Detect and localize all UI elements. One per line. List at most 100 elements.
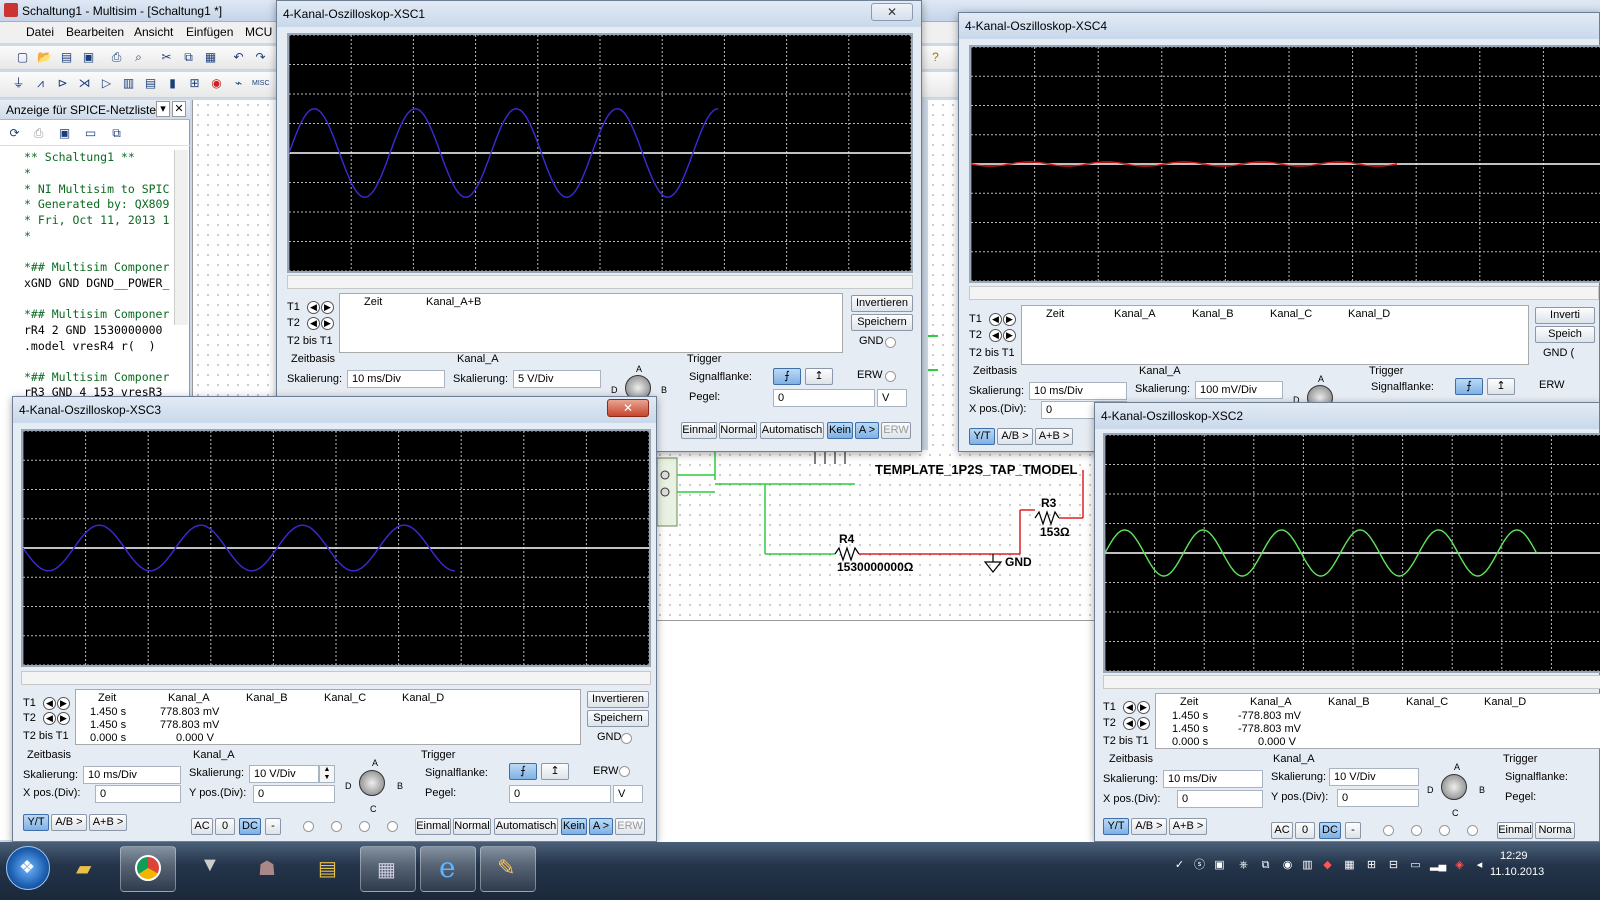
xsc4-ab-button[interactable]: A/B > [997,428,1033,445]
mode-auto-button[interactable]: Automatisch [494,818,558,835]
falling-edge-icon[interactable]: ↥ [1487,378,1515,395]
xsc2-xpos-input[interactable]: 0 [1177,790,1263,808]
xsc3-save-button[interactable]: Speichern [587,710,649,727]
mode-einmal-button[interactable]: Einmal [415,818,451,835]
mode-erw-button[interactable]: ERW [881,422,911,439]
channel-b-radio[interactable] [331,821,342,832]
cmos-icon[interactable]: ▤ [142,75,159,92]
xsc4-yt-button[interactable]: Y/T [969,428,995,445]
tray-icon[interactable]: ⓢ [1192,858,1207,873]
channel-c-radio[interactable] [1439,825,1450,836]
mode-kein-button[interactable]: Kein [561,818,587,835]
menu-einfuegen[interactable]: Einfügen [186,25,233,39]
clock-date[interactable]: 11.10.2013 [1490,866,1544,878]
tray-icon[interactable]: ▥ [1300,858,1315,873]
taskbar-files[interactable]: ▤ [300,846,356,892]
copy-netlist-icon[interactable]: ⧉ [108,125,125,142]
tray-icon[interactable]: ⊞ [1364,858,1379,873]
taskbar-explorer[interactable]: ▰ [60,846,116,892]
save-netlist-icon[interactable]: ▣ [56,125,73,142]
menu-datei[interactable]: Datei [26,25,54,39]
xsc2-scrollbar[interactable] [1103,675,1600,689]
t2-right-arrow-icon[interactable]: ▶ [1137,717,1150,730]
t2-left-arrow-icon[interactable]: ◀ [1123,717,1136,730]
print-netlist-icon[interactable]: ⎙ [30,125,47,142]
xsc3-apb-button[interactable]: A+B > [89,814,127,831]
t2-right-arrow-icon[interactable]: ▶ [1003,329,1016,342]
misc-digital-icon[interactable]: ▮ [164,75,181,92]
coupling-ac-button[interactable]: AC [1271,822,1293,839]
channel-a-radio[interactable] [303,821,314,832]
t1-right-arrow-icon[interactable]: ▶ [57,697,70,710]
print-preview-icon[interactable]: ⌕ [130,49,147,66]
t2-right-arrow-icon[interactable]: ▶ [321,317,334,330]
xsc1-invert-button[interactable]: Invertieren [851,295,913,312]
channel-a-radio[interactable] [1383,825,1394,836]
network-icon[interactable]: ▂▄ [1430,858,1446,873]
coupling-dc-button[interactable]: DC [239,818,261,835]
xsc4-scrollbar[interactable] [969,286,1599,300]
taskbar-gimp[interactable]: ☗ [240,846,296,892]
rising-edge-icon[interactable]: ⨍ [1455,378,1483,395]
gnd-radio[interactable] [885,337,896,348]
xsc2-apb-button[interactable]: A+B > [1169,818,1207,835]
t2-left-arrow-icon[interactable]: ◀ [43,712,56,725]
coupling-zero-button[interactable]: 0 [1295,822,1315,839]
gnd-radio[interactable] [621,733,632,744]
mode-auto-button[interactable]: Automatisch [760,422,824,439]
erw-radio[interactable] [885,371,896,382]
netlist-scrollbar[interactable] [174,150,188,325]
new-file-icon[interactable]: ▢ [14,49,31,66]
help-icon[interactable]: ? [927,49,944,66]
xsc3-invert-button[interactable]: Invertieren [587,691,649,708]
select-all-icon[interactable]: ▭ [82,125,99,142]
schematic-canvas-left[interactable] [192,100,280,400]
xsc4-screen[interactable] [969,45,1600,283]
mode-normal-button[interactable]: Normal [719,422,757,439]
coupling-zero-button[interactable]: 0 [215,818,235,835]
print-icon[interactable]: ⎙ [108,49,125,66]
diode-icon[interactable]: ⊳ [54,75,71,92]
tray-icon[interactable]: ◆ [1320,858,1335,873]
copy-icon[interactable]: ⧉ [180,49,197,66]
xsc1-screen[interactable] [287,33,913,273]
t1-right-arrow-icon[interactable]: ▶ [1137,701,1150,714]
analog-icon[interactable]: ▷ [98,75,115,92]
mode-normal-button[interactable]: Norma [1535,822,1575,839]
xsc3-scrollbar[interactable] [21,671,651,685]
xsc3-xpos-input[interactable]: 0 [95,785,181,803]
source-icon[interactable]: ⏚ [10,75,27,92]
mode-kein-button[interactable]: Kein [827,422,853,439]
tray-icon[interactable]: ⊟ [1386,858,1401,873]
undo-icon[interactable]: ↶ [230,49,247,66]
xsc3-screen[interactable] [21,429,651,667]
volume-icon[interactable]: ◂ [1472,858,1487,873]
t1-left-arrow-icon[interactable]: ◀ [307,301,320,314]
falling-edge-icon[interactable]: ↥ [541,763,569,780]
xsc3-close-button[interactable]: ✕ [607,399,649,417]
coupling-dc-button[interactable]: DC [1319,822,1341,839]
rising-edge-icon[interactable]: ⨍ [509,763,537,780]
mode-einmal-button[interactable]: Einmal [1497,822,1533,839]
xsc2-channel-scale-input[interactable]: 10 V/Div [1329,768,1419,786]
t2-right-arrow-icon[interactable]: ▶ [57,712,70,725]
paste-icon[interactable]: ▦ [202,49,219,66]
misc-icon[interactable]: MISC [252,75,270,92]
rising-edge-icon[interactable]: ⨍ [773,368,801,385]
xsc1-channel-scale-input[interactable]: 5 V/Div [513,370,601,388]
xsc2-screen[interactable] [1103,433,1600,673]
channel-scale-spinner[interactable]: ▲ ▼ [319,765,335,783]
channel-b-radio[interactable] [1411,825,1422,836]
tray-icon[interactable]: ▦ [1342,858,1357,873]
xsc3-level-input[interactable]: 0 [509,785,611,803]
xsc1-timebase-input[interactable]: 10 ms/Div [347,370,445,388]
t1-left-arrow-icon[interactable]: ◀ [43,697,56,710]
save-icon[interactable]: ▣ [80,49,97,66]
menu-ansicht[interactable]: Ansicht [134,25,173,39]
coupling-minus-button[interactable]: - [1345,822,1361,839]
tray-icon[interactable]: ▭ [1408,858,1423,873]
channel-d-radio[interactable] [1467,825,1478,836]
xsc3-ypos-input[interactable]: 0 [253,785,335,803]
power-icon[interactable]: ⌁ [230,75,247,92]
t1-right-arrow-icon[interactable]: ▶ [321,301,334,314]
